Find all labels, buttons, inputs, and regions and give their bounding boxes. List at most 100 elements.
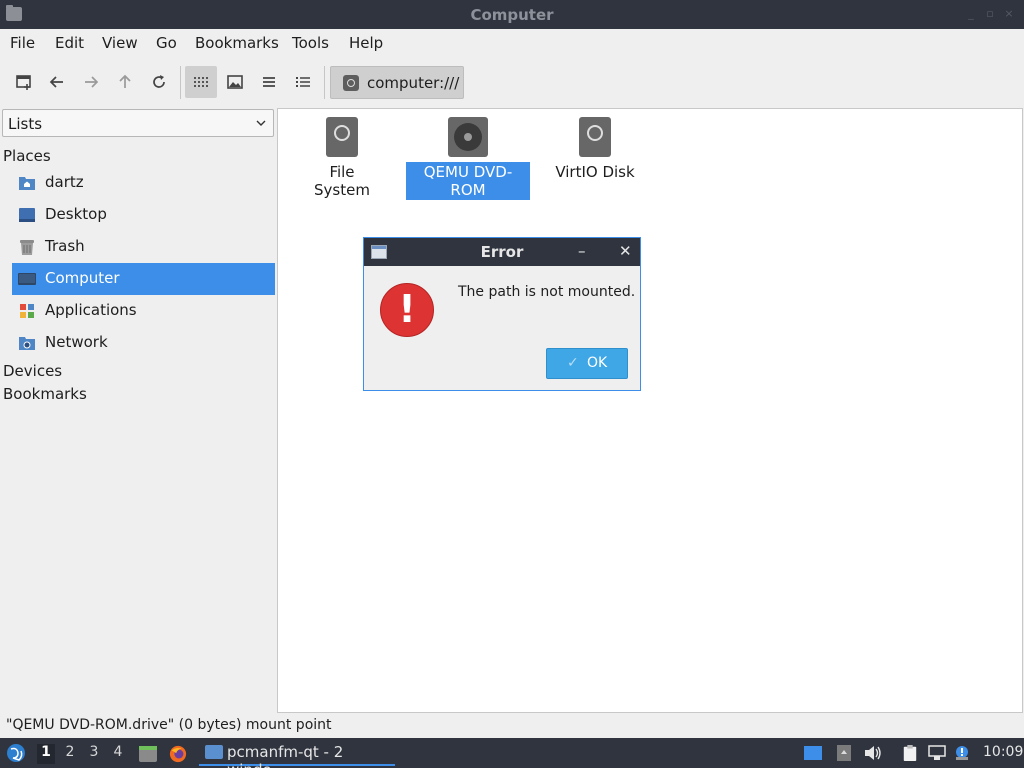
chevron-down-icon bbox=[256, 120, 266, 126]
home-folder-icon bbox=[19, 177, 35, 190]
places-section-header[interactable]: Places bbox=[3, 147, 51, 165]
dialog-minimize-button[interactable]: – bbox=[578, 242, 586, 260]
drive-icon bbox=[343, 75, 359, 91]
notification-icon[interactable] bbox=[953, 745, 971, 761]
sidebar-item-applications[interactable]: Applications bbox=[12, 295, 275, 327]
sidebar-item-label: Desktop bbox=[45, 205, 107, 223]
sidebar-item-network[interactable]: Network bbox=[12, 327, 275, 359]
folder-icon bbox=[205, 745, 223, 759]
detailed-list-icon bbox=[296, 77, 310, 87]
sidebar-item-label: Network bbox=[45, 333, 108, 351]
path-button[interactable]: computer:/// bbox=[330, 66, 464, 99]
error-icon-glyph: ! bbox=[398, 287, 416, 331]
network-folder-icon bbox=[19, 337, 35, 350]
clock: 10:09 bbox=[983, 744, 1024, 760]
dialog-title: Error bbox=[480, 243, 524, 261]
taskbar-window-label: pcmanfm-qt - 2 windo... bbox=[227, 743, 344, 768]
toolbar-separator bbox=[180, 66, 181, 99]
desktop-3-button[interactable]: 3 bbox=[85, 744, 103, 764]
sidebar-item-desktop[interactable]: Desktop bbox=[12, 199, 275, 231]
sidebar-item-label: Trash bbox=[45, 237, 85, 255]
dialog-message: The path is not mounted. bbox=[458, 284, 636, 300]
thumbnail-view-icon bbox=[227, 75, 243, 89]
path-label: computer:/// bbox=[367, 74, 460, 92]
menu-file[interactable]: File bbox=[10, 34, 35, 52]
window-title: Computer bbox=[470, 6, 554, 24]
error-icon: ! bbox=[380, 283, 434, 337]
reload-icon bbox=[153, 75, 165, 88]
taskbar-window-pcmanfm[interactable]: pcmanfm-qt - 2 windo... bbox=[199, 739, 395, 768]
applications-icon bbox=[20, 304, 34, 318]
computer-icon bbox=[18, 273, 36, 285]
minimize-button[interactable]: _ bbox=[965, 8, 977, 20]
show-desktop-icon[interactable] bbox=[804, 745, 822, 761]
network-tray-icon[interactable] bbox=[928, 745, 946, 761]
new-tab-button[interactable] bbox=[8, 66, 40, 98]
detailed-list-button[interactable] bbox=[287, 66, 319, 98]
status-text: "QEMU DVD-ROM.drive" (0 bytes) mount poi… bbox=[6, 717, 332, 733]
desktop-2-button[interactable]: 2 bbox=[61, 744, 79, 764]
reload-button[interactable] bbox=[143, 66, 175, 98]
side-pane-mode-select[interactable]: Lists bbox=[2, 109, 274, 137]
desktop-1-button[interactable]: 1 bbox=[37, 744, 55, 764]
drive-optical-icon bbox=[448, 117, 488, 157]
up-button[interactable] bbox=[109, 66, 141, 98]
check-icon: ✓ bbox=[567, 355, 579, 371]
item-label: QEMU DVD-ROM bbox=[406, 162, 530, 200]
desktop-4-button[interactable]: 4 bbox=[109, 744, 127, 764]
dialog-close-button[interactable]: ✕ bbox=[619, 242, 632, 260]
sidebar-item-label: Computer bbox=[45, 269, 120, 287]
menu-help[interactable]: Help bbox=[349, 34, 383, 52]
toolbar-separator bbox=[324, 66, 325, 99]
back-button[interactable] bbox=[41, 66, 73, 98]
item-qemu-dvd-rom[interactable]: QEMU DVD-ROM bbox=[406, 117, 530, 200]
item-virtio-disk[interactable]: VirtIO Disk bbox=[552, 117, 638, 182]
sidebar-item-trash[interactable]: Trash bbox=[12, 231, 275, 263]
bookmarks-section-header[interactable]: Bookmarks bbox=[3, 385, 87, 403]
item-label: File System bbox=[314, 163, 370, 199]
desktop-icon bbox=[19, 208, 35, 222]
file-manager-launcher-icon[interactable] bbox=[138, 745, 158, 763]
item-file-system[interactable]: File System bbox=[300, 117, 384, 200]
sidebar-item-dartz[interactable]: dartz bbox=[12, 167, 275, 199]
devices-section-header[interactable]: Devices bbox=[3, 362, 62, 380]
toolbar: computer:/// bbox=[0, 57, 1024, 107]
menu-bar: File Edit View Go Bookmarks Tools Help bbox=[0, 29, 1024, 57]
close-button[interactable]: × bbox=[1003, 8, 1015, 20]
menu-tools[interactable]: Tools bbox=[292, 34, 329, 52]
menu-edit[interactable]: Edit bbox=[55, 34, 84, 52]
status-bar: "QEMU DVD-ROM.drive" (0 bytes) mount poi… bbox=[0, 713, 1024, 738]
dialog-titlebar[interactable]: Error – ✕ bbox=[364, 238, 640, 266]
back-icon bbox=[49, 76, 63, 88]
trash-icon bbox=[20, 240, 34, 255]
taskbar: 1 2 3 4 pcmanfm-qt - 2 windo... 10:09 bbox=[0, 738, 1024, 768]
menu-view[interactable]: View bbox=[102, 34, 138, 52]
new-tab-icon bbox=[16, 75, 31, 90]
compact-view-button[interactable] bbox=[253, 66, 285, 98]
menu-bookmarks[interactable]: Bookmarks bbox=[195, 34, 279, 52]
forward-button[interactable] bbox=[75, 66, 107, 98]
file-view[interactable]: File System QEMU DVD-ROM VirtIO Disk bbox=[277, 108, 1023, 713]
compact-view-icon bbox=[263, 77, 275, 87]
clipboard-icon[interactable] bbox=[901, 745, 919, 761]
icon-view-button[interactable] bbox=[185, 66, 217, 98]
updates-icon[interactable] bbox=[835, 745, 853, 761]
drive-harddisk-icon bbox=[579, 117, 611, 157]
sidebar: Lists Places dartz Desktop Trash Compute… bbox=[0, 107, 277, 712]
thumbnail-view-button[interactable] bbox=[219, 66, 251, 98]
sidebar-item-computer[interactable]: Computer bbox=[12, 263, 275, 295]
icon-view-icon bbox=[194, 77, 208, 87]
menu-go[interactable]: Go bbox=[156, 34, 177, 52]
ok-button[interactable]: ✓ OK bbox=[546, 348, 628, 379]
sidebar-item-label: Applications bbox=[45, 301, 137, 319]
firefox-launcher-icon[interactable] bbox=[168, 745, 188, 763]
window-titlebar[interactable]: Computer _ ▫ × bbox=[0, 0, 1024, 29]
volume-icon[interactable] bbox=[864, 745, 882, 761]
side-pane-mode-value: Lists bbox=[8, 115, 43, 133]
forward-icon bbox=[85, 76, 99, 88]
start-menu-icon[interactable] bbox=[6, 743, 26, 763]
up-icon bbox=[119, 74, 131, 88]
sidebar-item-label: dartz bbox=[45, 173, 84, 191]
ok-button-label: OK bbox=[587, 355, 608, 371]
maximize-button[interactable]: ▫ bbox=[984, 8, 996, 20]
